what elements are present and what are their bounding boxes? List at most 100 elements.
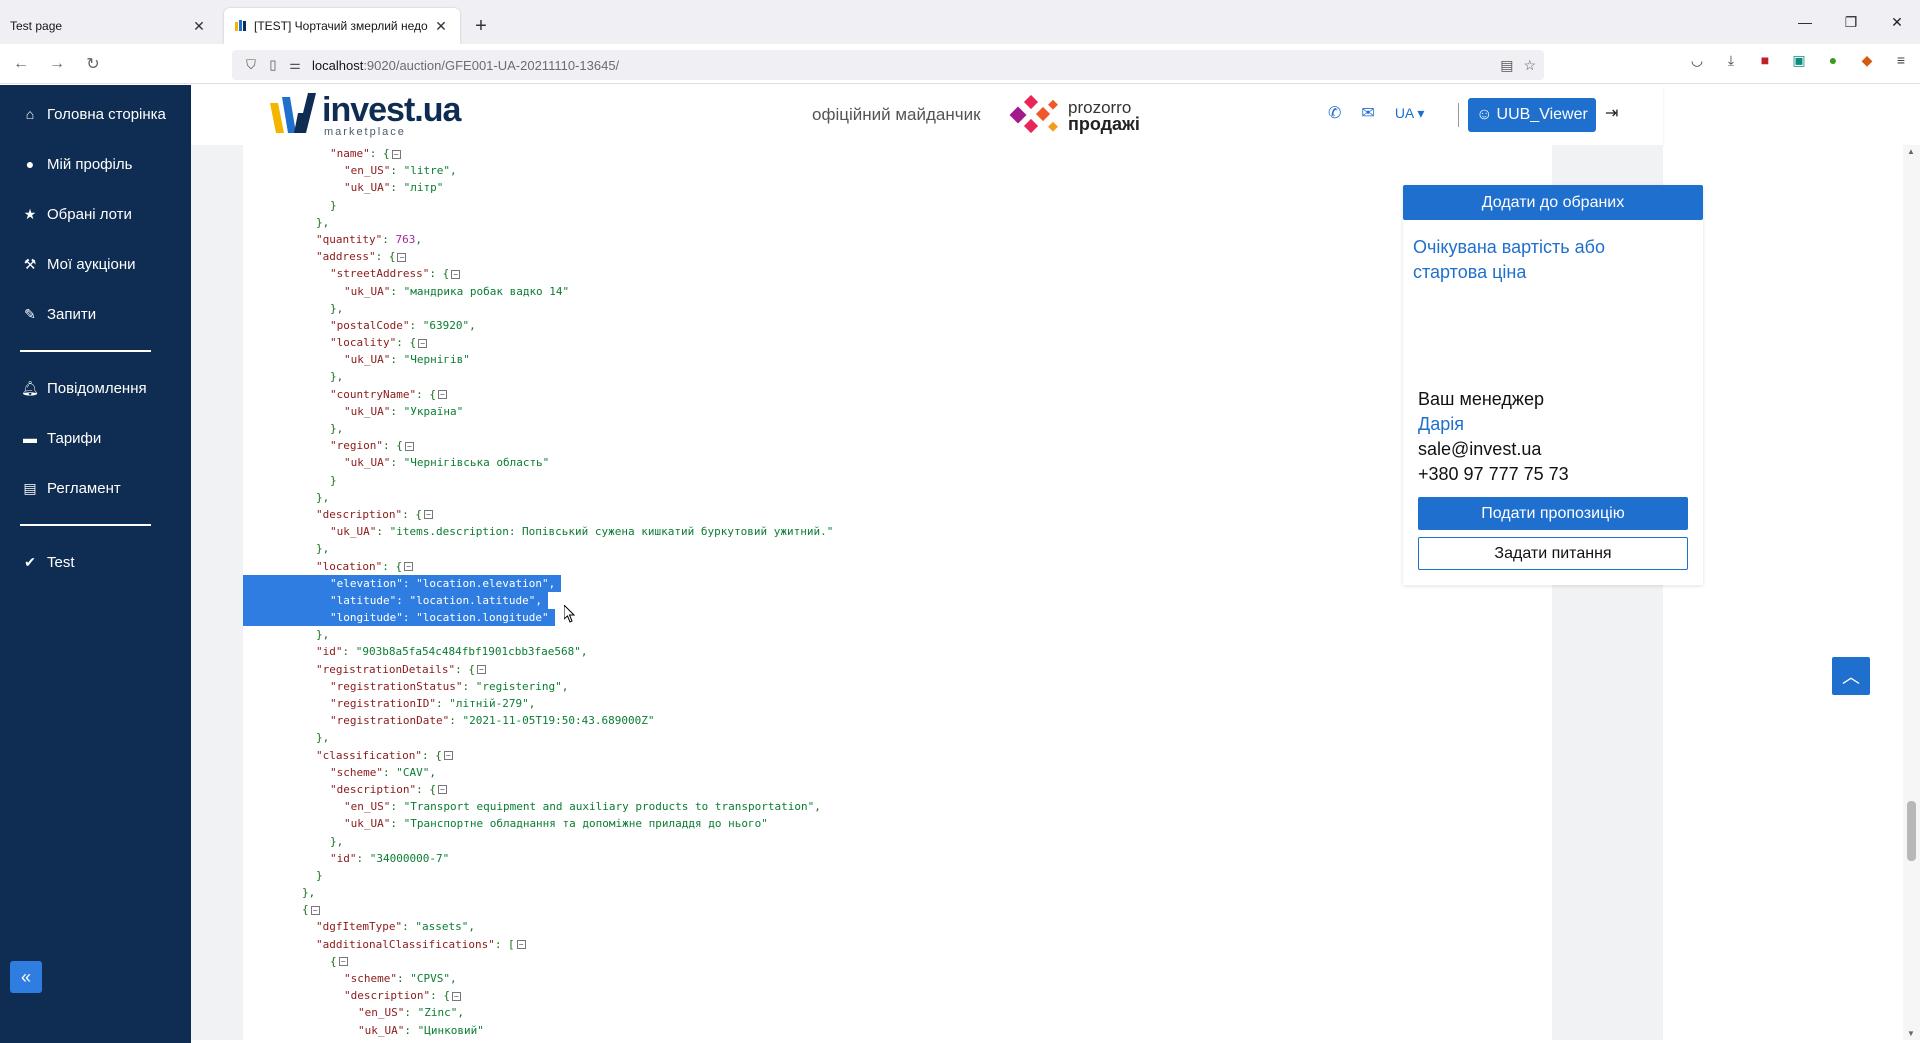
collapse-toggle-icon[interactable]: − <box>476 665 486 675</box>
prozorro-dots-icon <box>1009 95 1058 134</box>
sidebar-item-test[interactable]: ✔ Test <box>0 537 191 587</box>
restore-icon[interactable]: ❐ <box>1828 0 1874 44</box>
menu-icon[interactable]: ≡ <box>1890 49 1912 71</box>
scroll-down-arrow-icon[interactable]: ▼ <box>1907 1029 1915 1038</box>
collapse-toggle-icon[interactable]: − <box>437 785 447 795</box>
json-key: "description" <box>316 507 403 521</box>
page-icon[interactable]: ▯ <box>262 57 284 73</box>
collapse-toggle-icon[interactable]: − <box>516 940 526 950</box>
page-scrollbar[interactable]: ▲ ▼ <box>1903 145 1920 1040</box>
json-line: "registrationID": "літній-279", <box>243 695 833 712</box>
extension-save-icon[interactable]: ▣ <box>1788 49 1810 71</box>
json-line: "locality": {− <box>243 334 833 351</box>
json-key: "scheme" <box>344 972 397 985</box>
extension-orange-icon[interactable]: ◆ <box>1856 49 1878 71</box>
collapse-toggle-icon[interactable]: − <box>397 252 407 262</box>
json-punct: : <box>402 611 417 625</box>
json-key: "additionalClassifications" <box>316 937 495 951</box>
collapse-toggle-icon[interactable]: − <box>404 562 414 571</box>
browser-tab-test-page[interactable]: Test page ✕ <box>0 8 218 44</box>
close-window-icon[interactable]: ✕ <box>1874 0 1920 44</box>
json-punct: : <box>390 404 404 418</box>
scroll-to-top-button[interactable]: ︿ <box>1832 657 1870 695</box>
invest-favicon-icon <box>235 20 246 31</box>
collapse-toggle-icon[interactable]: − <box>391 149 401 159</box>
sidebar-item-regulations[interactable]: ▤ Регламент <box>0 463 191 513</box>
json-string: "34000000-7" <box>369 851 450 865</box>
collapse-toggle-icon[interactable]: − <box>437 390 447 400</box>
address-bar[interactable]: ⛉ ▯ ⚌ localhost:9020/auction/GFE001-UA-2… <box>232 50 1544 80</box>
json-key: "classification" <box>316 748 422 762</box>
sidebar-item-label: Мої аукціони <box>47 255 136 273</box>
user-account-button[interactable]: ☺ UUB_Viewer <box>1468 98 1596 132</box>
permissions-icon[interactable]: ⚌ <box>284 57 306 73</box>
download-icon[interactable]: ⤓ <box>1720 49 1742 71</box>
invest-logo[interactable]: invest.ua marketplace <box>268 93 461 138</box>
json-punct: : <box>409 318 423 332</box>
collapse-sidebar-button[interactable]: « <box>10 961 42 993</box>
json-key: "description" <box>330 782 417 796</box>
toolbar-icons: ◡ ⤓ ■ ▣ ● ◆ ≡ <box>1686 49 1912 71</box>
json-line: "id": "34000000-7" <box>243 850 833 867</box>
bookmark-star-icon[interactable]: ☆ <box>1523 57 1536 74</box>
sidebar-item-requests[interactable]: ✎ Запити <box>0 289 191 339</box>
extension-red-icon[interactable]: ■ <box>1754 49 1776 71</box>
scroll-up-arrow-icon[interactable]: ▲ <box>1907 147 1915 156</box>
close-icon[interactable]: ✕ <box>432 18 450 35</box>
json-punct: , <box>814 800 821 814</box>
json-code: "name": {− "en_US": "litre", "uk_UA": "літ… <box>243 145 833 1040</box>
close-icon[interactable]: ✕ <box>190 18 208 35</box>
extension-green-icon[interactable]: ● <box>1822 49 1844 71</box>
shield-icon[interactable]: ⛉ <box>240 57 262 73</box>
json-line: "registrationDate": "2021-11-05T19:50:43… <box>243 712 833 729</box>
sidebar-item-messages[interactable]: 🔔︎ Повідомлення <box>0 363 191 413</box>
json-line: } <box>243 197 833 214</box>
add-to-favorites-button[interactable]: Додати до обраних <box>1403 185 1703 220</box>
json-line: }, <box>243 626 833 643</box>
scrollbar-thumb[interactable] <box>1907 801 1916 861</box>
submit-offer-button[interactable]: Подати пропозицію <box>1418 497 1688 530</box>
logout-icon[interactable]: ⇥ <box>1605 103 1618 123</box>
prozorro-logo[interactable]: prozorro продажі <box>1006 95 1140 137</box>
browser-tab-auction[interactable]: [TEST] Чортачий змерлий недо ✕ <box>224 8 460 44</box>
manager-name-link[interactable]: Дарія <box>1418 412 1569 437</box>
sidebar-item-profile[interactable]: ● Мій профіль <box>0 139 191 189</box>
reader-view-icon[interactable]: ▤ <box>1500 57 1513 74</box>
collapse-toggle-icon[interactable]: − <box>310 905 320 915</box>
manager-phone: +380 97 777 75 73 <box>1418 464 1569 484</box>
json-punct: } <box>316 868 323 882</box>
ask-question-button[interactable]: Задати питання <box>1418 537 1688 570</box>
phone-icon[interactable]: ✆ <box>1328 103 1341 123</box>
json-string: "Цинковий" <box>417 1023 484 1037</box>
sidebar-item-favorites[interactable]: ★ Обрані лоти <box>0 189 191 239</box>
json-line: }, <box>243 489 833 506</box>
json-key: "en_US" <box>344 164 391 178</box>
json-key: "uk_UA" <box>344 404 391 418</box>
sidebar-item-tariffs[interactable]: ▬ Тарифи <box>0 413 191 463</box>
reload-icon[interactable]: ↻ <box>78 49 108 79</box>
json-punct: : <box>402 576 417 590</box>
json-line: "uk_UA": "літр" <box>243 179 833 196</box>
sidebar-item-auctions[interactable]: ⚒ Мої аукціони <box>0 239 191 289</box>
collapse-toggle-icon[interactable]: − <box>338 957 348 967</box>
json-punct: : { <box>421 748 442 762</box>
pocket-icon[interactable]: ◡ <box>1686 49 1708 71</box>
collapse-toggle-icon[interactable]: − <box>418 338 428 348</box>
collapse-toggle-icon[interactable]: − <box>423 510 433 520</box>
collapse-toggle-icon[interactable]: − <box>404 441 414 451</box>
sidebar-item-home[interactable]: ⌂ Головна сторінка <box>0 89 191 139</box>
json-punct: }, <box>330 301 344 315</box>
mail-icon[interactable]: ✉ <box>1361 103 1374 123</box>
collapse-toggle-icon[interactable]: − <box>443 751 453 761</box>
new-tab-button[interactable]: + <box>466 8 496 44</box>
json-line: } <box>243 867 833 884</box>
json-punct: : { <box>416 387 436 401</box>
collapse-toggle-icon[interactable]: − <box>451 991 461 1001</box>
json-line: "description": {− <box>243 987 833 1004</box>
language-dropdown[interactable]: UA ▾ <box>1395 105 1425 122</box>
back-arrow-icon[interactable]: ← <box>6 49 36 79</box>
json-punct: , <box>528 697 536 710</box>
minimize-icon[interactable]: — <box>1782 0 1828 44</box>
forward-arrow-icon[interactable]: → <box>42 49 72 79</box>
collapse-toggle-icon[interactable]: − <box>451 269 461 279</box>
